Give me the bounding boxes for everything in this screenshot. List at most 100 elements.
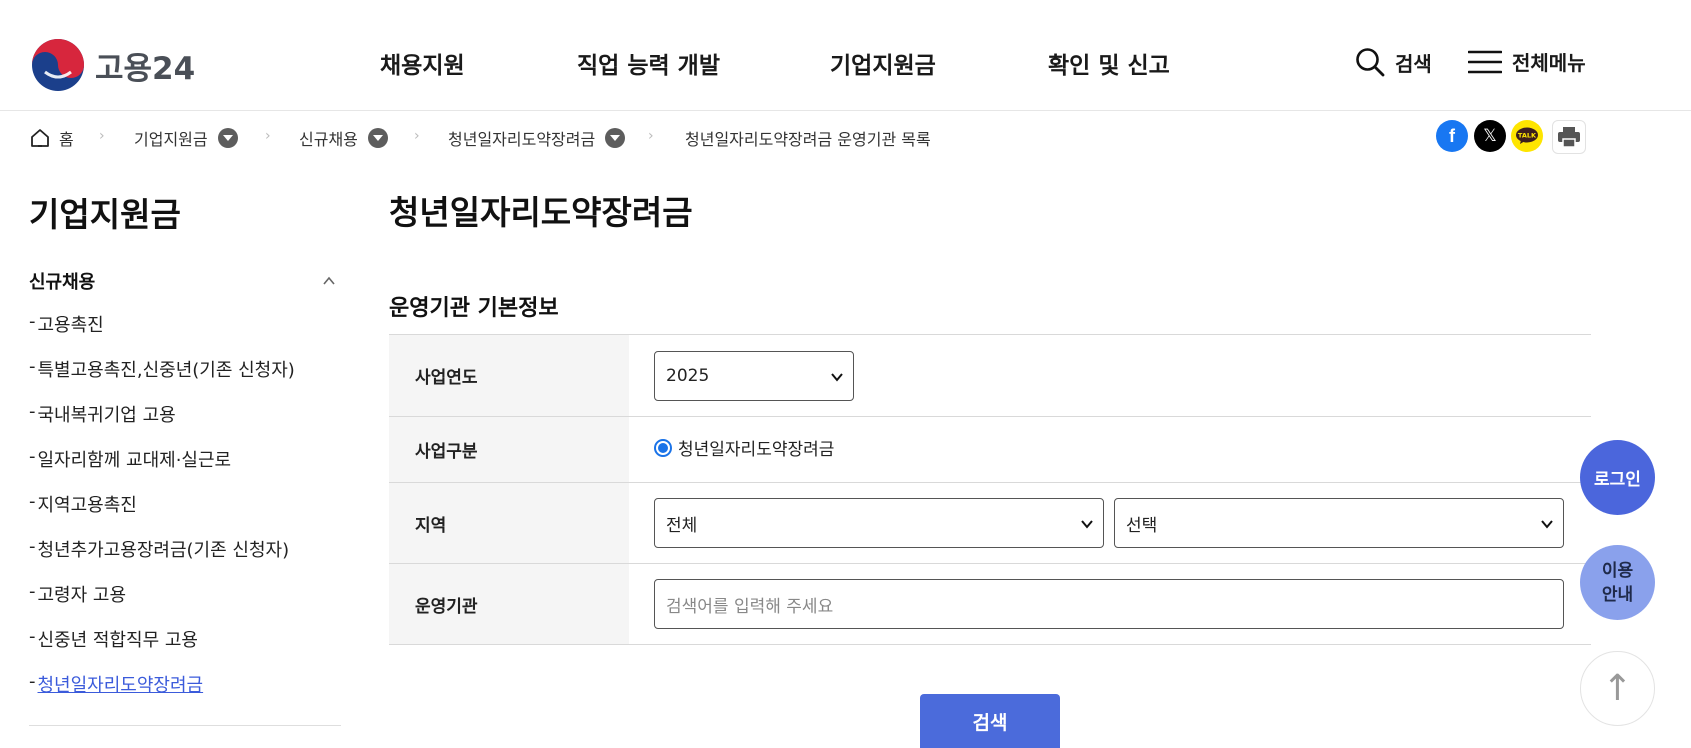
breadcrumb-label: 청년일자리도약장려금 운영기관 목록 (685, 130, 931, 149)
form-row-year: 사업연도 2025 (389, 335, 1591, 417)
sidebar-divider (29, 725, 341, 726)
logo-text: 고용24 (95, 50, 196, 87)
chevron-up-icon[interactable] (323, 275, 335, 287)
guide-label-line2: 안내 (1601, 584, 1634, 605)
dash-marker: - (29, 491, 36, 512)
kakaotalk-share-button[interactable]: TALK (1511, 120, 1543, 152)
site-logo[interactable]: 고용24 (31, 38, 195, 92)
breadcrumb-item-business-subsidy[interactable]: 기업지원금 (134, 126, 238, 150)
home-icon (31, 129, 49, 147)
type-radio-option[interactable]: 청년일자리도약장려금 (654, 435, 834, 460)
nav-confirm-report[interactable]: 확인 및 신고 (1048, 46, 1170, 80)
agency-label: 운영기관 (389, 564, 629, 644)
sidebar-item-reshoring-company[interactable]: - 국내복귀기업 고용 (29, 401, 341, 446)
sidebar-group-new-hire[interactable]: 신규채용 (29, 268, 95, 294)
kakaotalk-icon: TALK (1516, 127, 1538, 144)
dash-marker: - (29, 671, 36, 692)
search-label: 검색 (1395, 51, 1432, 76)
nav-job-skills[interactable]: 직업 능력 개발 (577, 46, 720, 80)
year-select[interactable]: 2025 (654, 350, 854, 401)
x-icon: 𝕏 (1483, 126, 1497, 145)
sidebar-item-label: 신중년 적합직무 고용 (37, 630, 198, 651)
dash-marker: - (29, 536, 36, 557)
agency-search-input[interactable]: 검색어를 입력해 주세요 (654, 579, 1564, 629)
type-label: 사업구분 (389, 417, 629, 482)
dropdown-caret-icon[interactable] (217, 128, 238, 148)
header-search-button[interactable]: 검색 (1355, 47, 1432, 77)
sidebar-item-middle-aged-job[interactable]: - 신중년 적합직무 고용 (29, 626, 341, 671)
x-share-button[interactable]: 𝕏 (1474, 120, 1506, 152)
chevron-down-icon (831, 372, 843, 382)
radio-button[interactable] (654, 438, 672, 457)
sidebar-item-employment-promotion[interactable]: - 고용촉진 (29, 311, 341, 356)
form-row-agency: 운영기관 검색어를 입력해 주세요 (389, 564, 1591, 645)
sidebar-item-shift-work[interactable]: - 일자리함께 교대제·실근로 (29, 446, 341, 491)
dropdown-caret-icon[interactable] (367, 128, 388, 148)
sidebar-item-special-employment[interactable]: - 특별고용촉진,신중년(기존 신청자) (29, 356, 341, 401)
taegeuk-logo-icon (32, 39, 84, 91)
sub-region-select-value: 선택 (1126, 515, 1158, 536)
region-select[interactable]: 전체 (654, 498, 1104, 548)
form-row-region: 지역 전체 선택 (389, 483, 1591, 564)
sidebar-menu: - 고용촉진 - 특별고용촉진,신중년(기존 신청자) - 국내복귀기업 고용 - 일자… (29, 311, 341, 716)
chevron-right-icon: › (648, 128, 654, 144)
scroll-to-top-button[interactable]: ↑ (1580, 651, 1655, 726)
sidebar-item-label: 지역고용촉진 (37, 495, 137, 516)
usage-guide-floating-button[interactable]: 이용 안내 (1580, 545, 1655, 620)
chevron-down-icon (1081, 520, 1093, 529)
dash-marker: - (29, 626, 36, 647)
chevron-down-icon (1541, 520, 1553, 529)
breadcrumb-home-label: 홈 (59, 130, 74, 149)
nav-business-subsidy[interactable]: 기업지원금 (830, 46, 936, 80)
sidebar-item-label: 일자리함께 교대제·실근로 (37, 450, 232, 471)
type-radio-label: 청년일자리도약장려금 (678, 440, 835, 460)
search-form: 사업연도 2025 사업구분 청년일자리도약장려금 지역 전체 선택 운영기관 … (389, 334, 1591, 645)
sidebar-item-regional-employment[interactable]: - 지역고용촉진 (29, 491, 341, 536)
sidebar-item-label: 국내복귀기업 고용 (37, 405, 176, 426)
dropdown-caret-icon[interactable] (605, 128, 626, 148)
dash-marker: - (29, 581, 36, 602)
breadcrumb-label: 청년일자리도약장려금 (448, 130, 596, 149)
breadcrumb-item-new-hire[interactable]: 신규채용 (299, 126, 388, 150)
sidebar-item-label: 청년추가고용장려금(기존 신청자) (37, 540, 290, 561)
sidebar-item-senior-employment[interactable]: - 고령자 고용 (29, 581, 341, 626)
breadcrumb-current: 청년일자리도약장려금 운영기관 목록 (685, 126, 931, 150)
form-row-type: 사업구분 청년일자리도약장려금 (389, 417, 1591, 483)
chevron-right-icon: › (265, 128, 271, 144)
printer-icon (1558, 127, 1580, 148)
breadcrumb-item-youth-subsidy[interactable]: 청년일자리도약장려금 (448, 126, 626, 150)
breadcrumb-home[interactable]: 홈 (29, 126, 74, 150)
breadcrumb: 홈 › 기업지원금 › 신규채용 › 청년일자리도약장려금 › 청년일자리도약장… (29, 122, 1589, 152)
all-menu-label: 전체메뉴 (1512, 51, 1586, 75)
all-menu-button[interactable]: 전체메뉴 (1468, 47, 1586, 76)
search-submit-button[interactable]: 검색 (920, 694, 1060, 748)
arrow-up-icon: ↑ (1602, 668, 1633, 709)
section-title: 운영기관 기본정보 (389, 296, 559, 321)
nav-recruit-support[interactable]: 채용지원 (380, 46, 465, 80)
login-floating-button[interactable]: 로그인 (1580, 440, 1655, 515)
print-button[interactable] (1552, 120, 1586, 154)
sidebar-item-label: 청년일자리도약장려금 (37, 675, 204, 696)
search-icon (1356, 48, 1385, 77)
facebook-share-button[interactable]: f (1436, 120, 1468, 152)
site-header: 고용24 채용지원 직업 능력 개발 기업지원금 확인 및 신고 검색 전체메뉴 (0, 0, 1691, 111)
dash-marker: - (29, 356, 36, 377)
facebook-icon: f (1449, 125, 1455, 146)
sub-region-select[interactable]: 선택 (1114, 498, 1564, 548)
dash-marker: - (29, 401, 36, 422)
breadcrumb-label: 신규채용 (299, 130, 358, 149)
chevron-right-icon: › (414, 128, 420, 144)
sidebar-item-youth-additional[interactable]: - 청년추가고용장려금(기존 신청자) (29, 536, 341, 581)
sidebar-item-label: 특별고용촉진,신중년(기존 신청자) (37, 360, 295, 381)
agency-input-placeholder: 검색어를 입력해 주세요 (666, 596, 834, 617)
main-nav: 채용지원 직업 능력 개발 기업지원금 확인 및 신고 (380, 46, 1170, 80)
year-label: 사업연도 (389, 335, 629, 416)
breadcrumb-label: 기업지원금 (134, 130, 208, 149)
sidebar-item-youth-job-leap[interactable]: - 청년일자리도약장려금 (29, 671, 341, 716)
year-select-value: 2025 (666, 365, 710, 386)
kakao-talk-text: TALK (1518, 132, 1537, 140)
dash-marker: - (29, 311, 36, 332)
sidebar-title: 기업지원금 (29, 195, 181, 234)
sidebar-item-label: 고령자 고용 (37, 585, 127, 606)
page-title: 청년일자리도약장려금 (389, 193, 693, 232)
